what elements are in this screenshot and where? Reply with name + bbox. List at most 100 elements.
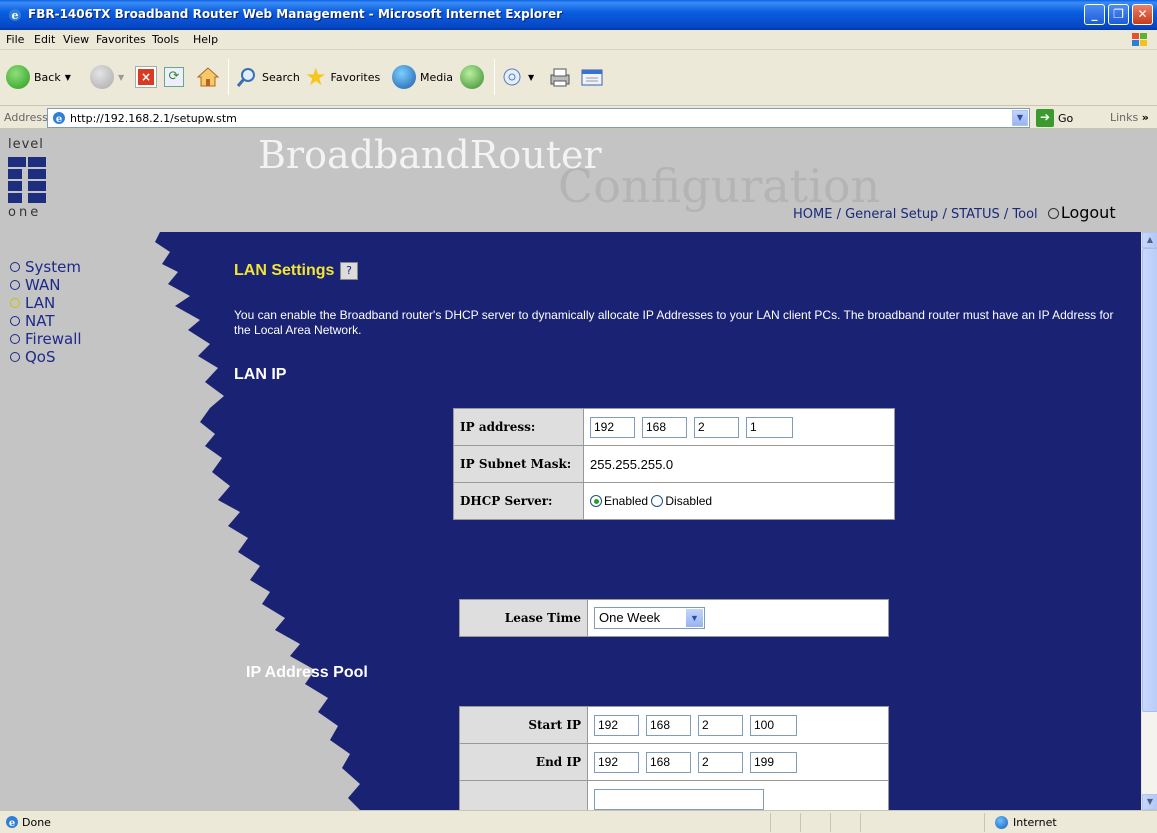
ip-address-label: IP address: (453, 408, 584, 446)
page-done-icon: e (6, 816, 18, 829)
pool-extra-cell (587, 780, 889, 810)
menu-bar: File Edit View Favorites Tools Help (0, 30, 1157, 50)
start-ip-octet-3-input[interactable]: 2 (698, 714, 743, 736)
history-button[interactable] (460, 63, 484, 91)
ip-octet-1-input[interactable]: 192 (590, 416, 635, 438)
dhcp-server-label: DHCP Server: (453, 482, 584, 520)
window-titlebar: e FBR-1406TX Broadband Router Web Manage… (0, 0, 1157, 30)
nav-home[interactable]: HOME (793, 207, 832, 222)
table-row (459, 780, 889, 810)
page-icon: e (53, 112, 65, 125)
address-label: Address (4, 111, 48, 124)
dhcp-server-options: Enabled Disabled (583, 482, 895, 520)
refresh-button[interactable]: ⟳ (164, 63, 184, 91)
radio-bullet-icon (10, 352, 20, 362)
dhcp-enabled-radio[interactable] (590, 495, 602, 507)
scroll-up-icon[interactable]: ▲ (1142, 232, 1157, 248)
go-label: Go (1058, 111, 1074, 125)
address-url: http://192.168.2.1/setupw.stm (70, 112, 237, 125)
edit-button[interactable] (580, 63, 604, 91)
media-label: Media (420, 70, 454, 84)
menu-edit[interactable]: Edit (34, 33, 55, 46)
start-ip-octet-2-input[interactable]: 168 (646, 714, 691, 736)
sidebar-item-nat[interactable]: NAT (10, 312, 82, 330)
security-zone: Internet (984, 813, 1157, 832)
end-ip-octet-1-input[interactable]: 192 (594, 751, 639, 773)
sidebar-item-firewall[interactable]: Firewall (10, 330, 82, 348)
dhcp-disabled-radio[interactable] (651, 495, 664, 507)
address-dropdown-icon[interactable]: ▼ (1012, 110, 1028, 126)
status-divider (770, 813, 771, 832)
pool-extra-label (459, 780, 588, 810)
sidebar-item-wan[interactable]: WAN (10, 276, 82, 294)
media-button[interactable]: Media (392, 63, 453, 91)
menu-help[interactable]: Help (193, 33, 218, 46)
end-ip-octet-2-input[interactable]: 168 (646, 751, 691, 773)
home-button[interactable] (196, 63, 220, 91)
address-input[interactable]: e http://192.168.2.1/setupw.stm ▼ (47, 108, 1030, 128)
status-text: Done (22, 816, 51, 829)
ip-octet-2-input[interactable]: 168 (642, 416, 687, 438)
table-row: Start IP 192 168 2 100 (459, 706, 889, 744)
stop-button[interactable]: × (135, 63, 157, 91)
start-ip-fields: 192 168 2 100 (587, 706, 889, 744)
menu-tools[interactable]: Tools (152, 33, 179, 46)
ip-octet-4-input[interactable]: 1 (746, 416, 793, 438)
end-ip-octet-4-input[interactable]: 199 (750, 751, 797, 773)
internet-explorer-icon: e (9, 9, 21, 22)
menu-view[interactable]: View (63, 33, 89, 46)
logo-blocks-icon (8, 157, 46, 203)
lease-time-cell: One Week ▼ (587, 599, 889, 637)
globe-icon (995, 816, 1008, 829)
ip-octet-3-input[interactable]: 2 (694, 416, 739, 438)
radio-bullet-icon (10, 262, 20, 272)
search-button[interactable]: Search (236, 63, 300, 91)
sidebar-item-lan[interactable]: LAN (10, 294, 82, 312)
forward-arrow-icon (90, 65, 114, 89)
disabled-label: Disabled (665, 494, 713, 508)
lease-time-table: Lease Time One Week ▼ (459, 599, 889, 637)
page-description: You can enable the Broadband router's DH… (234, 308, 1114, 337)
restore-button[interactable]: ❐ (1108, 4, 1129, 25)
go-button[interactable]: ➔ Go (1036, 109, 1073, 127)
sidebar-item-qos[interactable]: QoS (10, 348, 82, 366)
end-ip-octet-3-input[interactable]: 2 (698, 751, 743, 773)
start-ip-octet-1-input[interactable]: 192 (594, 714, 639, 736)
home-icon (196, 66, 220, 88)
start-ip-octet-4-input[interactable]: 100 (750, 714, 797, 736)
back-button[interactable]: Back ▼ (6, 63, 71, 91)
favorites-button[interactable]: ★ Favorites (305, 63, 380, 91)
menu-favorites[interactable]: Favorites (96, 33, 146, 46)
nav-status[interactable]: STATUS (951, 207, 1000, 222)
nav-tool[interactable]: Tool (1012, 207, 1037, 222)
nav-general-setup[interactable]: General Setup (845, 207, 938, 222)
help-icon[interactable]: ? (340, 262, 358, 280)
lease-time-select[interactable]: One Week ▼ (594, 607, 705, 629)
stop-icon: × (135, 66, 157, 88)
subnet-mask-value: 255.255.255.0 (583, 445, 895, 483)
lease-time-label: Lease Time (459, 599, 588, 637)
menu-file[interactable]: File (6, 33, 24, 46)
refresh-icon: ⟳ (164, 67, 184, 87)
mail-button[interactable]: ▼ (500, 63, 534, 91)
scroll-down-icon[interactable]: ▼ (1142, 794, 1157, 810)
pool-extra-input[interactable] (594, 788, 764, 810)
print-button[interactable] (548, 63, 572, 91)
vertical-scrollbar[interactable]: ▲ ▼ (1141, 232, 1157, 810)
back-arrow-icon (6, 65, 30, 89)
minimize-button[interactable]: _ (1084, 4, 1105, 25)
scroll-thumb[interactable] (1142, 248, 1157, 712)
nav-logout[interactable]: Logout (1061, 203, 1116, 222)
svg-text:e: e (12, 9, 19, 22)
ip-address-fields: 192 168 2 1 (583, 408, 895, 446)
ip-pool-heading: IP Address Pool (246, 664, 368, 681)
links-button[interactable]: Links » (1110, 111, 1149, 124)
close-button[interactable]: ✕ (1132, 4, 1153, 25)
favorites-label: Favorites (330, 70, 381, 84)
end-ip-label: End IP (459, 743, 588, 781)
logo-bottom-text: one (8, 205, 42, 220)
end-ip-fields: 192 168 2 199 (587, 743, 889, 781)
ip-pool-table: Start IP 192 168 2 100 End IP 192 168 2 199 (459, 706, 889, 810)
sidebar-item-system[interactable]: System (10, 258, 82, 276)
forward-button[interactable]: ▼ (90, 63, 124, 91)
